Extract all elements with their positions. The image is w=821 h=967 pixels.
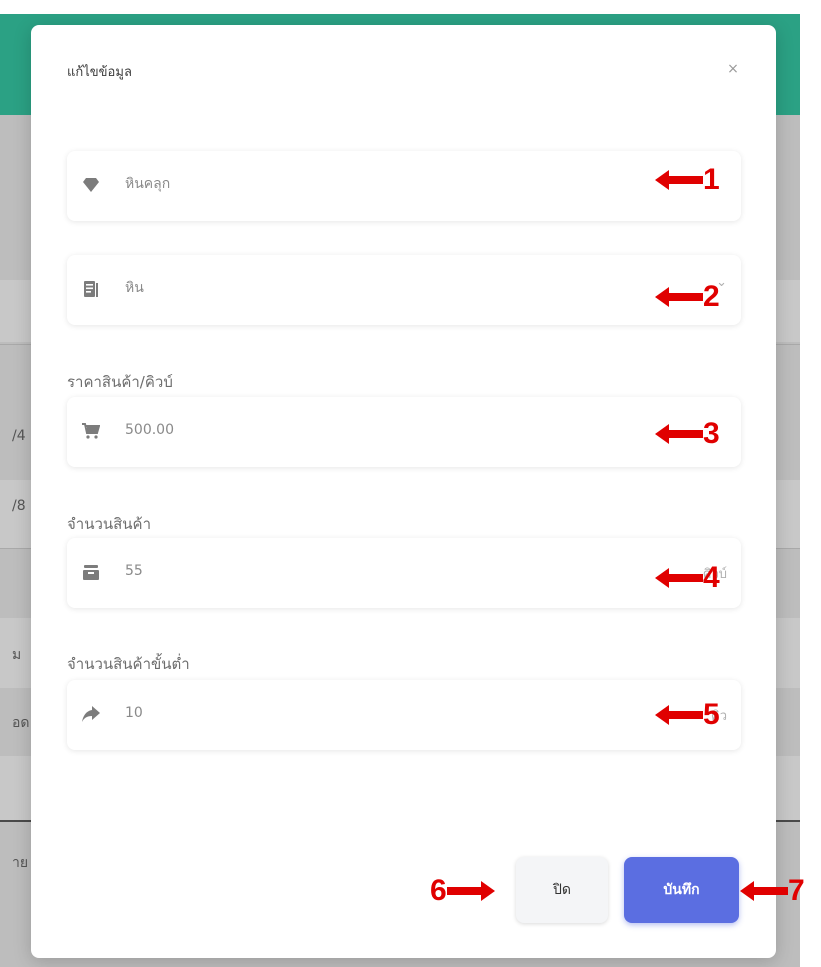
annotation-number: 4 [703,561,720,594]
left-arrow-icon [655,568,703,588]
quantity-field[interactable]: คิวบ์ [67,538,741,608]
annotation-number: 5 [703,698,720,731]
close-button[interactable]: ปิด [516,857,608,923]
left-arrow-icon [740,881,788,901]
right-arrow-icon [446,881,495,901]
left-arrow-icon [655,287,703,307]
gem-icon [81,175,101,195]
left-arrow-icon [655,424,703,444]
background-row-text: อด [12,715,30,731]
price-input[interactable] [125,422,545,438]
annotation-number: 6 [430,874,447,907]
close-icon[interactable]: × [723,59,743,79]
annotation-4: 4 [655,563,720,593]
annotation-6: 6 [430,876,495,906]
modal-title: แก้ไขข้อมูล [67,65,132,80]
quantity-input[interactable] [125,563,545,579]
background-row-text: ม [12,647,22,663]
price-field[interactable] [67,397,741,467]
price-label: ราคาสินค้า/คิวบ์ [67,373,173,391]
min-quantity-field[interactable]: คิว [67,680,741,750]
annotation-7: 7 [740,876,805,906]
annotation-3: 3 [655,419,720,449]
product-name-input[interactable] [125,176,545,192]
product-name-field[interactable] [67,151,741,221]
annotation-number: 1 [703,163,720,196]
background-row-text: /4 [12,428,26,444]
annotation-number: 3 [703,417,720,450]
product-type-field[interactable]: ⌄ [67,255,741,325]
save-button[interactable]: บันทึก [624,857,739,923]
document-list-icon [81,279,101,299]
cart-icon [81,421,101,441]
left-arrow-icon [655,170,703,190]
annotation-5: 5 [655,700,720,730]
annotation-number: 2 [703,280,720,313]
annotation-1: 1 [655,165,720,195]
background-row-text: /8 [12,498,26,514]
box-icon [81,562,101,582]
share-arrow-icon [81,704,101,724]
annotation-number: 7 [788,874,805,907]
min-quantity-label: จำนวนสินค้าขั้นต่ำ [67,655,190,673]
left-arrow-icon [655,705,703,725]
annotation-2: 2 [655,282,720,312]
min-quantity-input[interactable] [125,705,545,721]
quantity-label: จำนวนสินค้า [67,515,152,533]
background-row-text: าย [12,855,29,871]
product-type-input[interactable] [125,280,545,296]
